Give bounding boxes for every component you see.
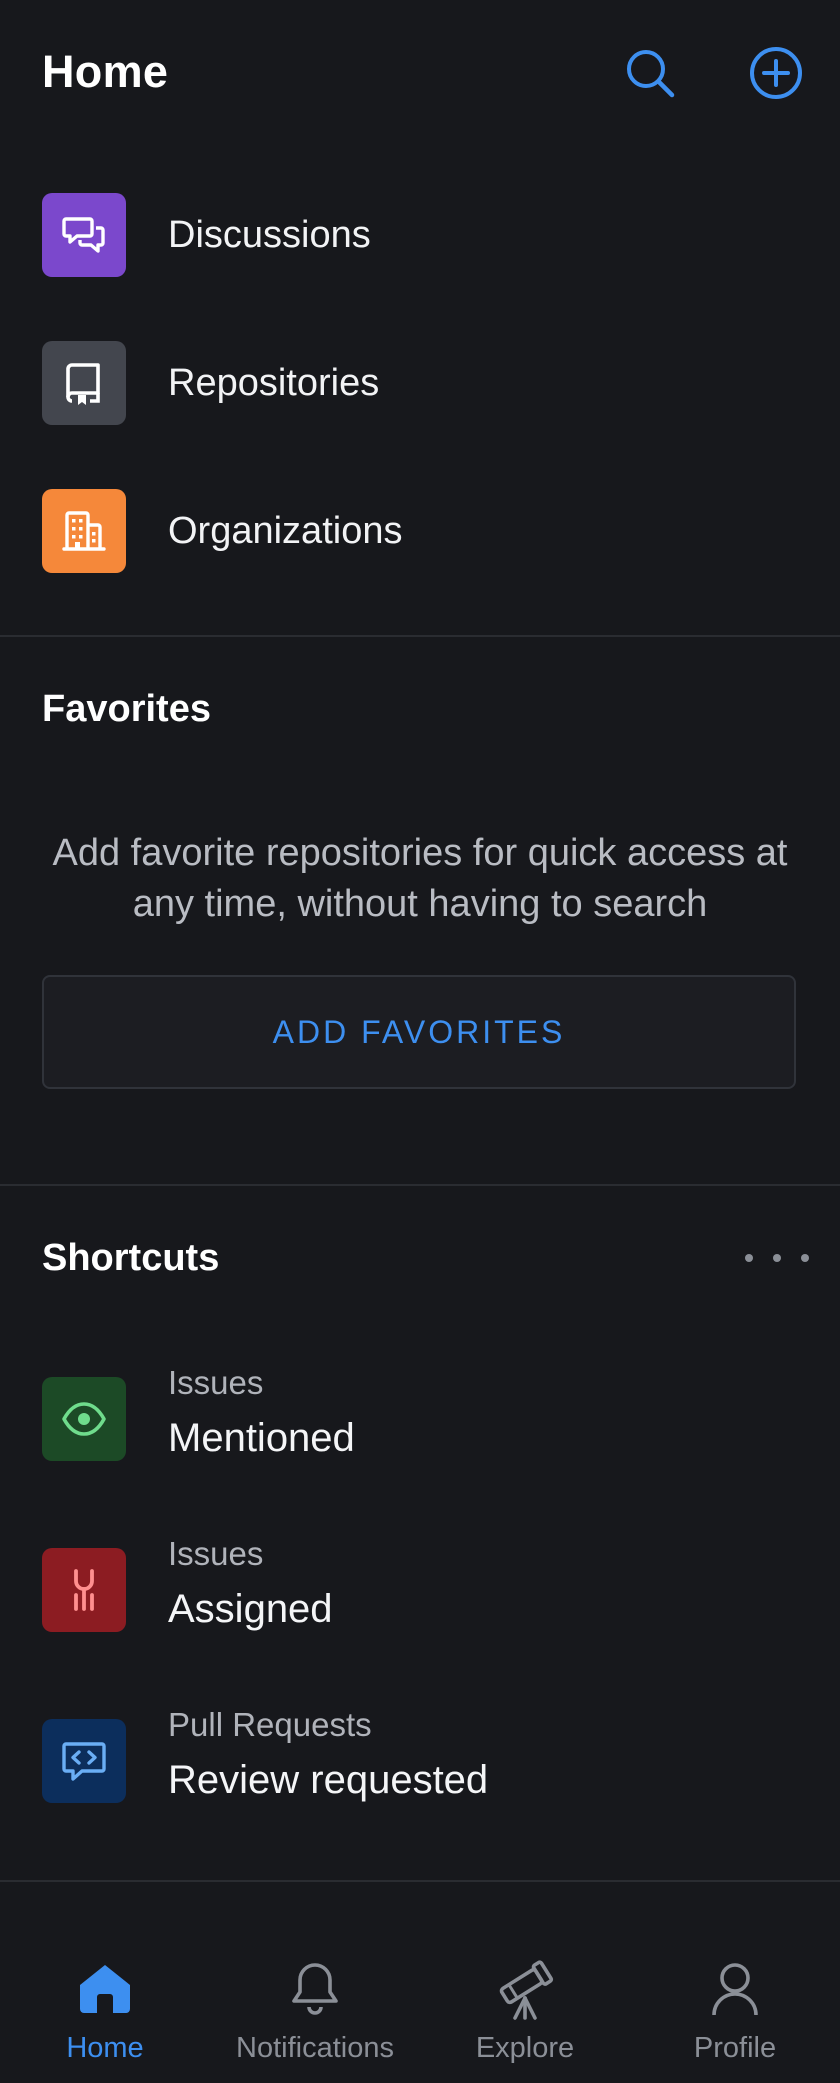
discussions-tile [42, 193, 126, 277]
home-icon [80, 1965, 130, 2013]
add-favorites-button[interactable]: ADD FAVORITES [42, 975, 796, 1089]
code-review-icon [62, 1742, 106, 1781]
nav-item-repositories[interactable]: Repositories [0, 318, 840, 448]
tab-home[interactable]: Home [0, 1882, 210, 2082]
shortcut-tile [42, 1377, 126, 1461]
telescope-icon [499, 1960, 554, 2020]
app-header: Home [0, 0, 840, 150]
discussion-icon [62, 217, 105, 253]
search-button[interactable] [617, 40, 683, 106]
tab-label: Notifications [236, 2032, 394, 2064]
shortcut-tile [42, 1548, 126, 1632]
plus-circle-icon [750, 47, 802, 99]
create-button[interactable] [743, 40, 809, 106]
shortcut-issues-mentioned[interactable]: Issues Mentioned [0, 1344, 840, 1494]
favorites-title: Favorites [42, 688, 211, 730]
shortcuts-more-button[interactable] [745, 1236, 809, 1280]
bell-icon [292, 1963, 338, 2015]
shortcut-tile [42, 1719, 126, 1803]
nav-item-organizations[interactable]: Organizations [0, 466, 840, 596]
tab-notifications[interactable]: Notifications [210, 1882, 420, 2082]
nav-item-label: Discussions [168, 213, 371, 256]
shortcut-review-requested[interactable]: Pull Requests Review requested [0, 1686, 840, 1836]
shortcut-title: Review requested [168, 1758, 489, 1802]
nav-item-label: Repositories [168, 361, 380, 404]
repo-icon [66, 363, 100, 405]
person-icon [712, 1963, 758, 2016]
shortcut-subtitle: Issues [168, 1535, 264, 1572]
organization-icon [62, 511, 106, 551]
section-divider [0, 635, 840, 637]
eye-icon [62, 1402, 106, 1436]
shortcut-title: Mentioned [168, 1416, 355, 1460]
search-icon [627, 50, 675, 98]
tab-label: Home [66, 2032, 144, 2064]
tab-profile[interactable]: Profile [630, 1882, 840, 2082]
organizations-tile [42, 489, 126, 573]
repositories-tile [42, 341, 126, 425]
wrench-icon [74, 1569, 94, 1611]
shortcuts-title: Shortcuts [42, 1237, 220, 1279]
nav-item-discussions[interactable]: Discussions [0, 170, 840, 300]
tab-label: Profile [693, 2032, 777, 2064]
page-title: Home [42, 46, 169, 97]
tab-label: Explore [475, 2032, 575, 2064]
tab-explore[interactable]: Explore [420, 1882, 630, 2082]
bottom-tab-bar: Home Notifications Explore Profile [0, 1880, 840, 2083]
favorites-description: Add favorite repositories for quick acce… [52, 832, 788, 925]
more-horizontal-icon [773, 1254, 781, 1262]
more-horizontal-icon [745, 1254, 753, 1262]
nav-item-label: Organizations [168, 509, 403, 552]
shortcut-subtitle: Issues [168, 1364, 264, 1401]
section-divider [0, 1184, 840, 1186]
shortcut-issues-assigned[interactable]: Issues Assigned [0, 1515, 840, 1665]
shortcut-subtitle: Pull Requests [168, 1706, 372, 1743]
more-horizontal-icon [801, 1254, 809, 1262]
shortcut-title: Assigned [168, 1587, 333, 1631]
